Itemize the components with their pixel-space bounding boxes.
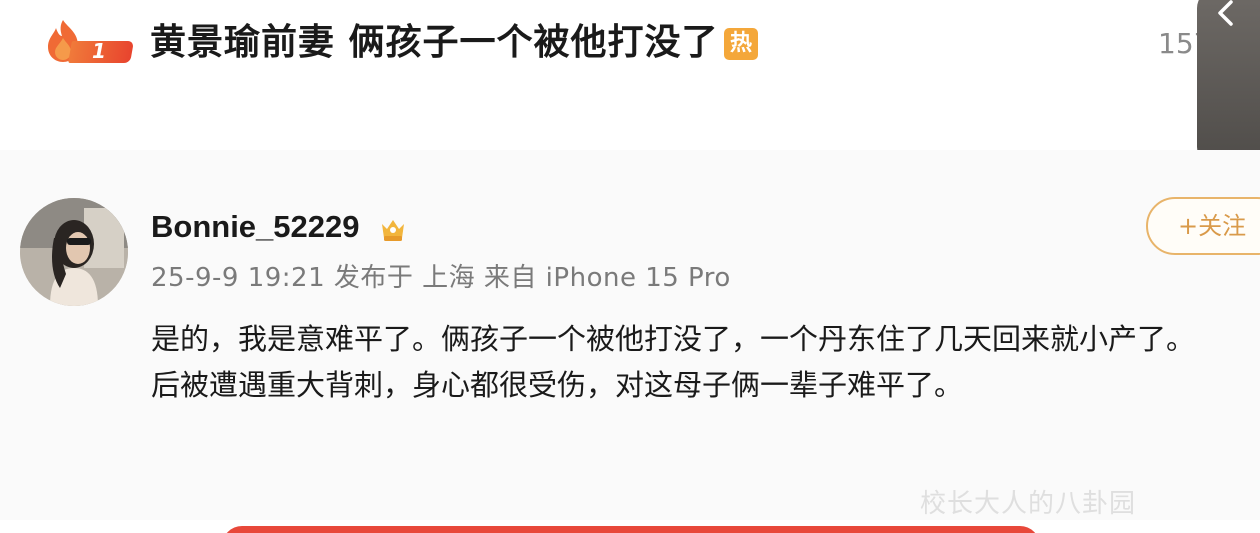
hot-search-item[interactable]: 1 黄景瑜前妻 俩孩子一个被他打没了 热 157 xyxy=(0,0,1260,140)
follow-button[interactable]: +关注 xyxy=(1146,197,1260,255)
comment-line: 是的，我是意难平了。俩孩子一个被他打没了，一个丹东住了几天回来就小产了。 xyxy=(151,322,1196,356)
comment-body: 是的，我是意难平了。俩孩子一个被他打没了，一个丹东住了几天回来就小产了。 后被遭… xyxy=(151,316,1260,408)
vip-crown-icon xyxy=(382,220,404,241)
back-panel[interactable] xyxy=(1197,0,1260,165)
avatar-image xyxy=(20,198,128,306)
weibo-screenshot: 1 黄景瑜前妻 俩孩子一个被他打没了 热 157 Bonnie_52229 25… xyxy=(0,0,1260,533)
username[interactable]: Bonnie_52229 xyxy=(151,205,360,249)
comment-meta: 25-9-9 19:21 发布于 上海 来自 iPhone 15 Pro xyxy=(151,263,731,293)
bottom-action-bar[interactable] xyxy=(222,526,1040,533)
comment-line: 后被遭遇重大背刺，身心都很受伤，对这母子俩一辈子难平了。 xyxy=(151,368,964,402)
comment-card: Bonnie_52229 25-9-9 19:21 发布于 上海 来自 iPho… xyxy=(0,150,1260,520)
avatar[interactable] xyxy=(20,198,128,306)
hot-tag-badge: 热 xyxy=(724,28,758,60)
watermark: 校长大人的八卦园 xyxy=(920,489,1137,519)
rank-badge: 1 xyxy=(40,18,134,64)
chevron-left-icon[interactable] xyxy=(1211,0,1241,28)
hot-search-title[interactable]: 黄景瑜前妻 俩孩子一个被他打没了 xyxy=(150,18,719,68)
rank-number: 1 xyxy=(92,39,106,63)
